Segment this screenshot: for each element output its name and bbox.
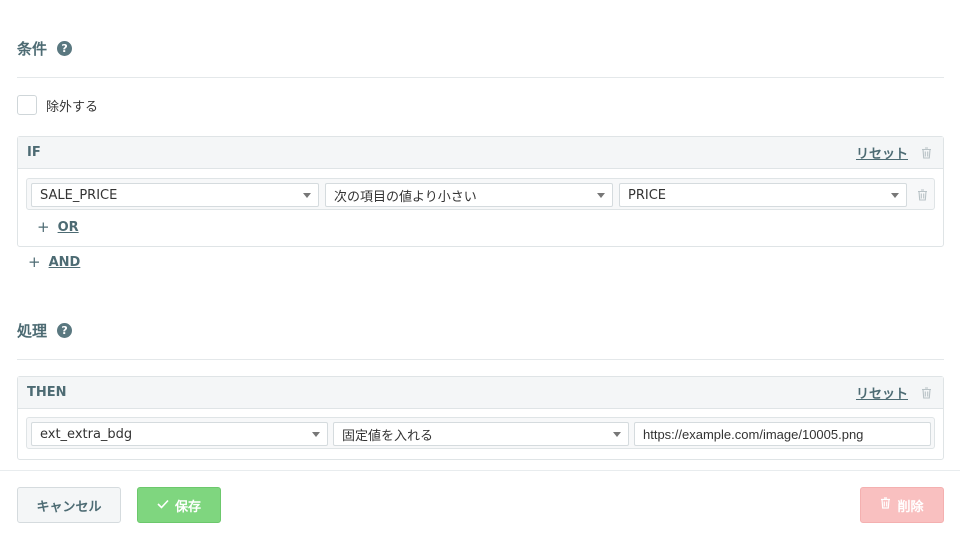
then-operation-value: 固定値を入れる	[342, 428, 434, 444]
exclude-checkbox[interactable]	[17, 95, 37, 115]
save-button[interactable]: 保存	[137, 487, 221, 523]
if-field-value: SALE_PRICE	[40, 187, 118, 203]
conditions-title: 条件	[17, 40, 48, 58]
actions-title: 処理	[17, 322, 48, 340]
question-circle-icon[interactable]: ?	[57, 41, 73, 56]
if-label: IF	[27, 145, 41, 160]
if-operator-select[interactable]: 次の項目の値より小さい	[325, 183, 613, 207]
conditions-heading: 条件 ?	[17, 38, 73, 59]
if-field-select[interactable]: SALE_PRICE	[31, 183, 319, 207]
check-icon	[157, 498, 169, 513]
if-condition-row: SALE_PRICE 次の項目の値より小さい PRICE	[26, 178, 935, 210]
chevron-down-icon	[303, 193, 311, 198]
cancel-button[interactable]: キャンセル	[17, 487, 121, 523]
then-value-input[interactable]: https://example.com/image/10005.png	[634, 422, 931, 446]
actions-heading: 処理 ?	[17, 320, 73, 341]
cancel-label: キャンセル	[36, 499, 102, 515]
if-reset-link[interactable]: リセット	[856, 143, 908, 162]
then-operation-select[interactable]: 固定値を入れる	[333, 422, 629, 446]
then-reset-link[interactable]: リセット	[856, 383, 908, 402]
plus-icon: +	[28, 253, 41, 271]
exclude-option[interactable]: 除外する	[17, 95, 98, 115]
then-label: THEN	[27, 385, 67, 400]
chevron-down-icon	[891, 193, 899, 198]
then-action-row: ext_extra_bdg 固定値を入れる https://example.co…	[26, 417, 935, 449]
conditions-divider	[17, 77, 944, 78]
then-panel: THEN リセット ext_extra_bdg 固定値を入れる https://…	[17, 376, 944, 460]
chevron-down-icon	[312, 432, 320, 437]
if-value-value: PRICE	[628, 187, 666, 203]
save-label: 保存	[174, 499, 201, 515]
if-panel-header: IF リセット	[18, 137, 943, 169]
plus-icon: +	[37, 218, 50, 236]
actions-divider	[17, 359, 944, 360]
if-value-select[interactable]: PRICE	[619, 183, 907, 207]
trash-icon[interactable]	[920, 386, 933, 399]
footer-bar: キャンセル 保存 削除	[0, 470, 960, 536]
delete-button[interactable]: 削除	[860, 487, 944, 523]
trash-icon[interactable]	[920, 146, 933, 159]
add-or-label: OR	[57, 219, 79, 235]
if-operator-value: 次の項目の値より小さい	[334, 189, 477, 205]
then-field-select[interactable]: ext_extra_bdg	[31, 422, 328, 446]
then-panel-header: THEN リセット	[18, 377, 943, 409]
chevron-down-icon	[597, 193, 605, 198]
if-panel: IF リセット SALE_PRICE 次の項目の値より小さい PRICE + O…	[17, 136, 944, 247]
add-or-button[interactable]: + OR	[37, 218, 79, 236]
then-value-text: https://example.com/image/10005.png	[643, 426, 864, 442]
trash-icon[interactable]	[916, 188, 929, 201]
delete-label: 削除	[897, 499, 924, 515]
trash-icon	[880, 497, 891, 513]
exclude-label: 除外する	[46, 99, 99, 115]
chevron-down-icon	[613, 432, 621, 437]
add-and-label: AND	[48, 254, 81, 270]
question-circle-icon[interactable]: ?	[57, 323, 73, 338]
add-and-button[interactable]: + AND	[28, 253, 80, 271]
then-field-value: ext_extra_bdg	[40, 426, 133, 442]
